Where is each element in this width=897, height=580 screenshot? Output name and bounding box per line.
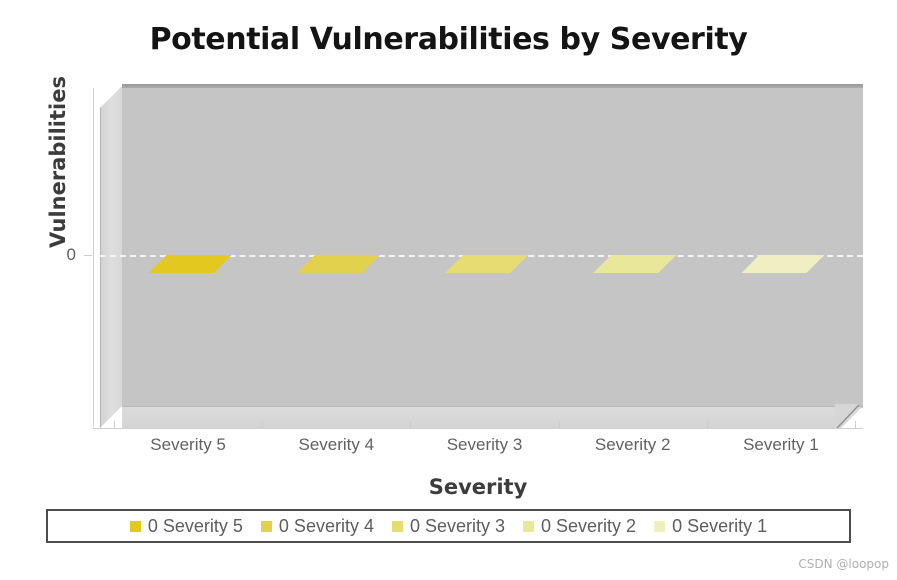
legend-swatch-icon — [129, 520, 141, 532]
legend-label: 0 Severity 3 — [409, 515, 506, 536]
plot-floor-panel — [122, 406, 863, 428]
legend-label: 0 Severity 4 — [278, 515, 374, 536]
legend-swatch-icon — [654, 520, 666, 532]
legend-label: 0 Severity 5 — [147, 515, 243, 536]
x-axis-label-severity-3: Severity 3 — [446, 435, 523, 454]
x-axis-tick — [410, 421, 412, 429]
legend-item-5[interactable]: 0 Severity 1 — [654, 516, 767, 537]
bar-severity-3[interactable] — [445, 255, 528, 273]
x-axis-title: Severity — [428, 475, 528, 499]
bar-top-face — [297, 255, 380, 273]
bar-severity-5[interactable] — [149, 255, 232, 273]
y-axis-spine — [93, 88, 94, 426]
legend-item-3[interactable]: 0 Severity 3 — [391, 515, 506, 537]
x-axis-tick — [855, 421, 856, 429]
bar-top-face — [741, 255, 824, 273]
bar-severity-2[interactable] — [593, 255, 676, 273]
x-axis-line — [93, 428, 863, 429]
x-axis-tick — [558, 421, 560, 429]
legend-label: 0 Severity 1 — [672, 515, 768, 536]
legend-swatch-icon — [391, 520, 403, 532]
bar-top-face — [445, 255, 528, 273]
plot-left-wall-edge — [100, 86, 122, 428]
x-axis-label-severity-1: Severity 1 — [743, 435, 819, 454]
x-axis-tick — [706, 421, 708, 429]
legend-item-1[interactable]: 0 Severity 5 — [129, 515, 243, 537]
x-axis-tick — [262, 421, 264, 429]
x-axis-label-severity-5: Severity 5 — [150, 435, 226, 454]
legend-swatch-icon — [260, 520, 272, 532]
plot-floor-corner-bevel — [835, 404, 860, 429]
x-axis-tick — [114, 421, 115, 429]
legend-label: 0 Severity 2 — [541, 515, 637, 536]
y-axis-tick-label-0: 0 — [66, 245, 76, 264]
plot-back-panel — [122, 86, 863, 408]
x-axis-label-severity-2: Severity 2 — [594, 435, 671, 454]
bar-top-face — [593, 255, 676, 273]
legend-item-4[interactable]: 0 Severity 2 — [523, 516, 636, 537]
y-axis-tick-mark — [84, 255, 92, 256]
chart-title: Potential Vulnerabilities by Severity — [149, 22, 748, 57]
chart-container: Potential Vulnerabilities by Severity Vu… — [0, 0, 897, 580]
legend-item-2[interactable]: 0 Severity 4 — [260, 515, 374, 537]
plot-area — [93, 84, 863, 429]
bar-severity-4[interactable] — [297, 255, 380, 273]
bar-severity-1[interactable] — [741, 255, 824, 273]
watermark: CSDN @loopop — [798, 557, 889, 571]
plot-floor-edge — [122, 406, 863, 407]
x-axis-label-severity-4: Severity 4 — [298, 435, 375, 454]
chart-legend: 0 Severity 5 0 Severity 4 0 Severity 3 0 Se… — [46, 509, 851, 543]
legend-swatch-icon — [523, 520, 535, 532]
bar-top-face — [149, 255, 232, 273]
